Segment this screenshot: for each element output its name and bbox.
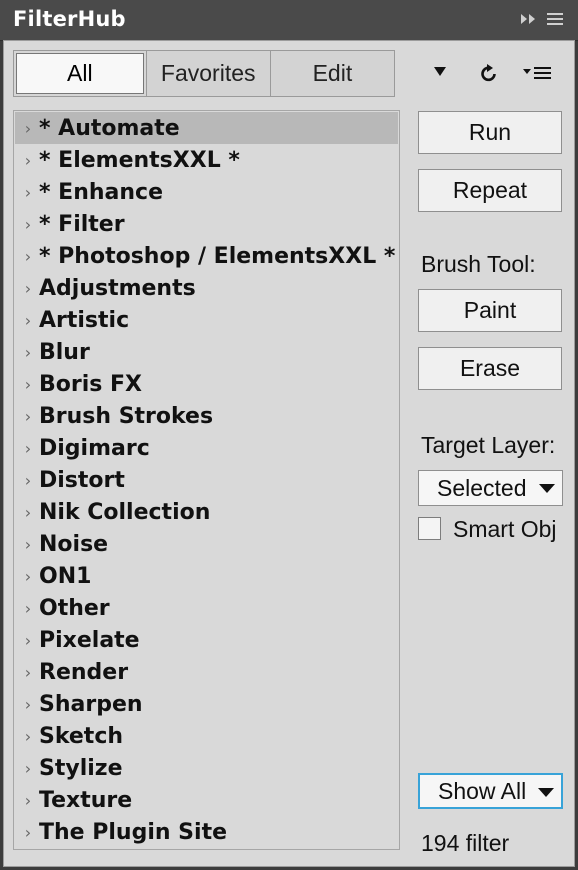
chevron-right-icon[interactable]: › (18, 759, 38, 778)
refresh-icon[interactable] (478, 62, 500, 84)
run-button[interactable]: Run (418, 111, 562, 154)
tree-item-label: Distort (39, 467, 125, 493)
chevron-right-icon[interactable]: › (18, 567, 38, 586)
tab-bar: All Favorites Edit (13, 50, 395, 97)
tree-item-noise[interactable]: › Noise (15, 528, 398, 560)
chevron-right-icon[interactable]: › (18, 183, 38, 202)
tree-item-label: * ElementsXXL * (39, 147, 240, 173)
tree-item-label: Artistic (39, 307, 130, 333)
tree-item-nik-collection[interactable]: › Nik Collection (15, 496, 398, 528)
window-title: FilterHub (13, 7, 126, 31)
panel-menu-icon[interactable] (546, 11, 564, 27)
chevron-right-icon[interactable]: › (18, 375, 38, 394)
tree-item-label: Blur (39, 339, 90, 365)
tree-item-filter[interactable]: › * Filter (15, 208, 398, 240)
repeat-button[interactable]: Repeat (418, 169, 562, 212)
chevron-right-icon[interactable]: › (18, 631, 38, 650)
chevron-down-icon (539, 484, 555, 493)
tab-favorites[interactable]: Favorites (145, 51, 270, 96)
tree-item-label: Pixelate (39, 627, 140, 653)
tree-item-other[interactable]: › Other (15, 592, 398, 624)
filter-tree[interactable]: › * Automate › * ElementsXXL * › * Enhan… (13, 110, 400, 850)
tree-item-label: Sharpen (39, 691, 143, 717)
chevron-right-icon[interactable]: › (18, 695, 38, 714)
tree-item-label: Boris FX (39, 371, 143, 397)
show-filter-value: Show All (438, 777, 527, 804)
tree-item-label: * Enhance (39, 179, 163, 205)
tree-item-brush-strokes[interactable]: › Brush Strokes (15, 400, 398, 432)
tree-item-label: ON1 (39, 563, 92, 589)
tree-item-label: Nik Collection (39, 499, 211, 525)
tree-item-label: Stylize (39, 755, 123, 781)
paint-button[interactable]: Paint (418, 289, 562, 332)
tree-item-label: The Plugin Site (39, 819, 228, 845)
tree-item-label: * Filter (39, 211, 125, 237)
chevron-down-icon (538, 788, 554, 797)
tree-item-label: Other (39, 595, 110, 621)
chevron-right-icon[interactable]: › (18, 311, 38, 330)
chevron-right-icon[interactable]: › (18, 663, 38, 682)
tree-item-on1[interactable]: › ON1 (15, 560, 398, 592)
smart-obj-checkbox[interactable] (418, 517, 441, 540)
erase-button[interactable]: Erase (418, 347, 562, 390)
chevron-right-icon[interactable]: › (18, 215, 38, 234)
chevron-right-icon[interactable]: › (18, 407, 38, 426)
chevron-right-icon[interactable]: › (18, 535, 38, 554)
tree-item-elementsxxl[interactable]: › * ElementsXXL * (15, 144, 398, 176)
tree-item-label: Digimarc (39, 435, 150, 461)
dropdown-icon[interactable] (432, 64, 448, 78)
tree-item-label: Brush Strokes (39, 403, 214, 429)
chevron-right-icon[interactable]: › (18, 119, 38, 138)
chevron-right-icon[interactable]: › (18, 791, 38, 810)
tree-item-sketch[interactable]: › Sketch (15, 720, 398, 752)
chevron-right-icon[interactable]: › (18, 727, 38, 746)
tab-edit[interactable]: Edit (269, 51, 394, 96)
tree-item-blur[interactable]: › Blur (15, 336, 398, 368)
show-filter-select[interactable]: Show All (418, 773, 563, 809)
tree-item-the-plugin-site[interactable]: › The Plugin Site (15, 816, 398, 848)
chevron-right-icon[interactable]: › (18, 599, 38, 618)
list-menu-icon[interactable] (522, 65, 552, 81)
tree-item-label: * Automate (39, 115, 180, 141)
tree-item-label: Render (39, 659, 129, 685)
tree-item-sharpen[interactable]: › Sharpen (15, 688, 398, 720)
brush-tool-label: Brush Tool: (421, 251, 536, 277)
chevron-right-icon[interactable]: › (18, 279, 38, 298)
tree-item-label: Noise (39, 531, 109, 557)
chevron-right-icon[interactable]: › (18, 823, 38, 842)
tree-item-photoshop-elementsxxl[interactable]: › * Photoshop / ElementsXXL * (15, 240, 398, 272)
target-layer-select[interactable]: Selected (418, 470, 563, 506)
tree-item-texture[interactable]: › Texture (15, 784, 398, 816)
tree-item-label: Adjustments (39, 275, 196, 301)
smart-obj-label: Smart Obj (453, 516, 557, 542)
chevron-right-icon[interactable]: › (18, 247, 38, 266)
tree-item-automate[interactable]: › * Automate (15, 112, 398, 144)
filter-count: 194 filter (421, 830, 510, 856)
chevron-right-icon[interactable]: › (18, 471, 38, 490)
chevron-right-icon[interactable]: › (18, 503, 38, 522)
tree-item-enhance[interactable]: › * Enhance (15, 176, 398, 208)
tree-item-label: Texture (39, 787, 133, 813)
chevron-right-icon[interactable]: › (18, 343, 38, 362)
chevron-right-icon[interactable]: › (18, 439, 38, 458)
tree-item-label: Sketch (39, 723, 124, 749)
tree-item-stylize[interactable]: › Stylize (15, 752, 398, 784)
tree-item-digimarc[interactable]: › Digimarc (15, 432, 398, 464)
tab-all[interactable]: All (16, 53, 144, 94)
collapse-panel-icon[interactable] (520, 12, 538, 26)
tree-item-distort[interactable]: › Distort (15, 464, 398, 496)
tree-item-adjustments[interactable]: › Adjustments (15, 272, 398, 304)
title-bar: FilterHub (0, 0, 578, 41)
target-layer-label: Target Layer: (421, 432, 556, 458)
tree-item-pixelate[interactable]: › Pixelate (15, 624, 398, 656)
tree-item-artistic[interactable]: › Artistic (15, 304, 398, 336)
chevron-right-icon[interactable]: › (18, 151, 38, 170)
target-layer-value: Selected (437, 474, 527, 501)
tree-item-label: * Photoshop / ElementsXXL * (39, 243, 396, 269)
tree-item-render[interactable]: › Render (15, 656, 398, 688)
tree-item-boris-fx[interactable]: › Boris FX (15, 368, 398, 400)
